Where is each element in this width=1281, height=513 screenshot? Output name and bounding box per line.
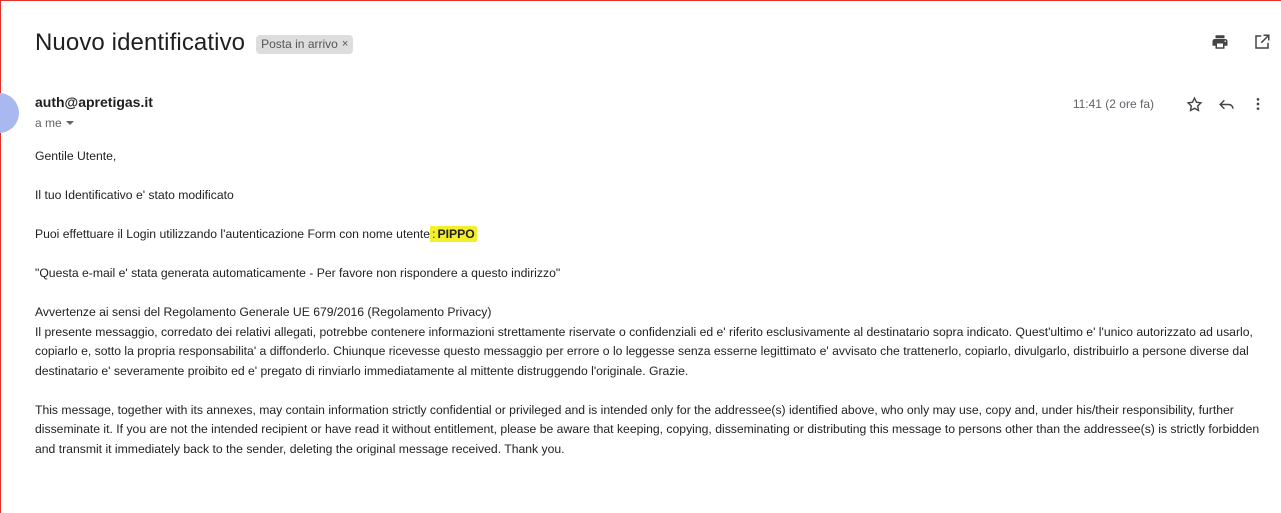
message-meta: 11:41 (2 ore fa) (1073, 93, 1270, 115)
more-options-icon[interactable] (1246, 93, 1270, 115)
sender-address[interactable]: auth@apretigas.it (35, 94, 153, 110)
chevron-down-icon (65, 121, 74, 125)
remove-label-icon[interactable]: × (342, 38, 348, 50)
recipient-label: a me (35, 116, 62, 130)
login-text: Puoi effettuare il Login utilizzando l'a… (35, 227, 431, 241)
avatar[interactable] (0, 93, 19, 133)
username-highlight: PIPPO (435, 226, 477, 242)
body-line-login: Puoi effettuare il Login utilizzando l'a… (35, 225, 1275, 245)
auto-generated-notice: "Questa e-mail e' stata generata automat… (35, 266, 561, 280)
print-icon[interactable] (1209, 31, 1231, 53)
reply-icon[interactable] (1214, 93, 1238, 115)
recipient-details[interactable]: a me (35, 116, 75, 130)
email-subject: Nuovo identificativo (35, 29, 246, 56)
timestamp: 11:41 (2 ore fa) (1072, 97, 1154, 111)
open-in-new-icon[interactable] (1251, 31, 1273, 53)
body-line-identifier: Il tuo Identificativo e' stato modificat… (35, 188, 234, 202)
thread-actions (1209, 31, 1273, 53)
star-icon[interactable] (1182, 93, 1206, 115)
privacy-notice-en: This message, together with its annexes,… (35, 402, 1260, 456)
label-chip-text: Posta in arrivo (261, 36, 338, 51)
privacy-title: Avvertenze ai sensi del Regolamento Gene… (35, 305, 492, 319)
greeting: Gentile Utente, (35, 149, 117, 163)
subject-row: Nuovo identificativo Posta in arrivo × (35, 29, 354, 57)
message-body: Gentile Utente, Il tuo Identificativo e'… (35, 147, 1275, 459)
label-chip-inbox[interactable]: Posta in arrivo × (256, 34, 354, 54)
privacy-notice-it: Il presente messaggio, corredato dei rel… (35, 324, 1253, 378)
